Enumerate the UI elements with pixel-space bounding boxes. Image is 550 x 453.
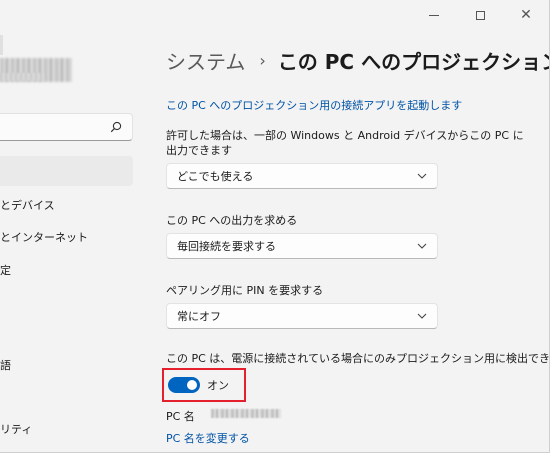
setting-power-label: この PC は、電源に接続されている場合にのみプロジェクション用に検出できます <box>166 352 550 365</box>
availability-dropdown[interactable]: どこでも使える <box>166 163 438 189</box>
sidebar-item-time-language[interactable]: 語 <box>0 357 11 373</box>
pc-name-value <box>211 409 281 418</box>
window-edge <box>0 35 3 55</box>
sidebar-item-accessibility[interactable]: リティ <box>0 421 32 437</box>
account-email <box>0 73 44 81</box>
settings-window: ✕ とデバイス とインターネット 定 語 リティ システム › この PC への… <box>0 0 550 453</box>
search-input[interactable] <box>0 114 110 140</box>
breadcrumb-separator-icon: › <box>259 51 266 70</box>
setting-pin-label: ペアリング用に PIN を要求する <box>166 284 324 297</box>
chevron-down-icon <box>417 243 427 249</box>
sidebar-item-personalization[interactable]: 定 <box>0 262 11 278</box>
ask-dropdown-value: 毎回接続を要求する <box>177 240 276 253</box>
launch-connect-app-link[interactable]: この PC へのプロジェクション用の接続アプリを起動します <box>166 97 462 113</box>
setting-ask-label: この PC への出力を求める <box>166 214 298 227</box>
chevron-down-icon <box>417 313 427 319</box>
rename-pc-link[interactable]: PC 名を変更する <box>166 430 250 446</box>
power-only-toggle[interactable] <box>168 377 200 393</box>
search-icon[interactable] <box>110 121 122 133</box>
breadcrumb-parent[interactable]: システム <box>166 46 245 75</box>
sidebar-item-devices[interactable]: とデバイス <box>0 197 55 213</box>
chevron-down-icon <box>417 173 427 179</box>
pc-name-label: PC 名 <box>166 410 195 423</box>
ask-to-project-dropdown[interactable]: 毎回接続を要求する <box>166 233 438 259</box>
setting-availability-label: 許可した場合は、一部の Windows と Android デバイスからこの P… <box>166 129 524 157</box>
availability-dropdown-value: どこでも使える <box>177 170 254 183</box>
pin-dropdown-value: 常にオフ <box>177 310 221 323</box>
breadcrumb: システム › この PC へのプロジェクション <box>166 46 550 75</box>
page-title: この PC へのプロジェクション <box>277 50 550 74</box>
toggle-knob <box>187 380 197 390</box>
search-box[interactable] <box>0 113 133 141</box>
sidebar: とデバイス とインターネット 定 語 リティ <box>0 0 150 452</box>
toggle-state-label: オン <box>207 379 229 392</box>
pin-dropdown[interactable]: 常にオフ <box>166 303 438 329</box>
sidebar-item-network[interactable]: とインターネット <box>0 229 88 245</box>
sidebar-item-system[interactable] <box>0 156 133 186</box>
